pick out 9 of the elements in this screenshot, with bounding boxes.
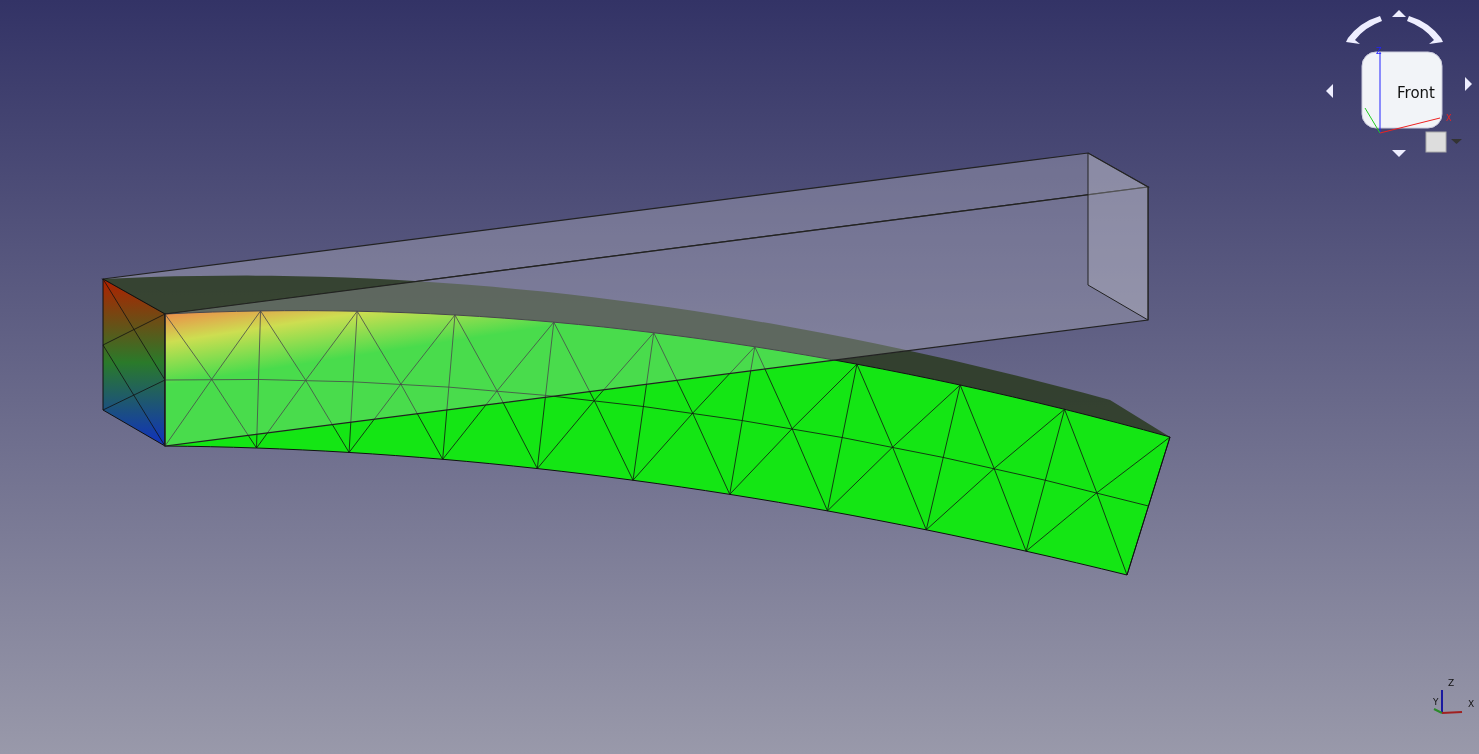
axis-triad-drawing: Z Y X (1433, 678, 1475, 714)
arrow-right-icon[interactable] (1465, 77, 1472, 91)
arrow-up-icon[interactable] (1392, 10, 1406, 17)
arrow-down-icon[interactable] (1392, 150, 1406, 157)
arrow-left-icon[interactable] (1326, 84, 1333, 98)
rotate-left-icon[interactable] (1346, 16, 1382, 44)
cube-icon[interactable] (1425, 131, 1447, 153)
3d-viewport[interactable]: Z X Front Z Y X (0, 0, 1479, 754)
rotate-right-icon[interactable] (1407, 16, 1443, 44)
